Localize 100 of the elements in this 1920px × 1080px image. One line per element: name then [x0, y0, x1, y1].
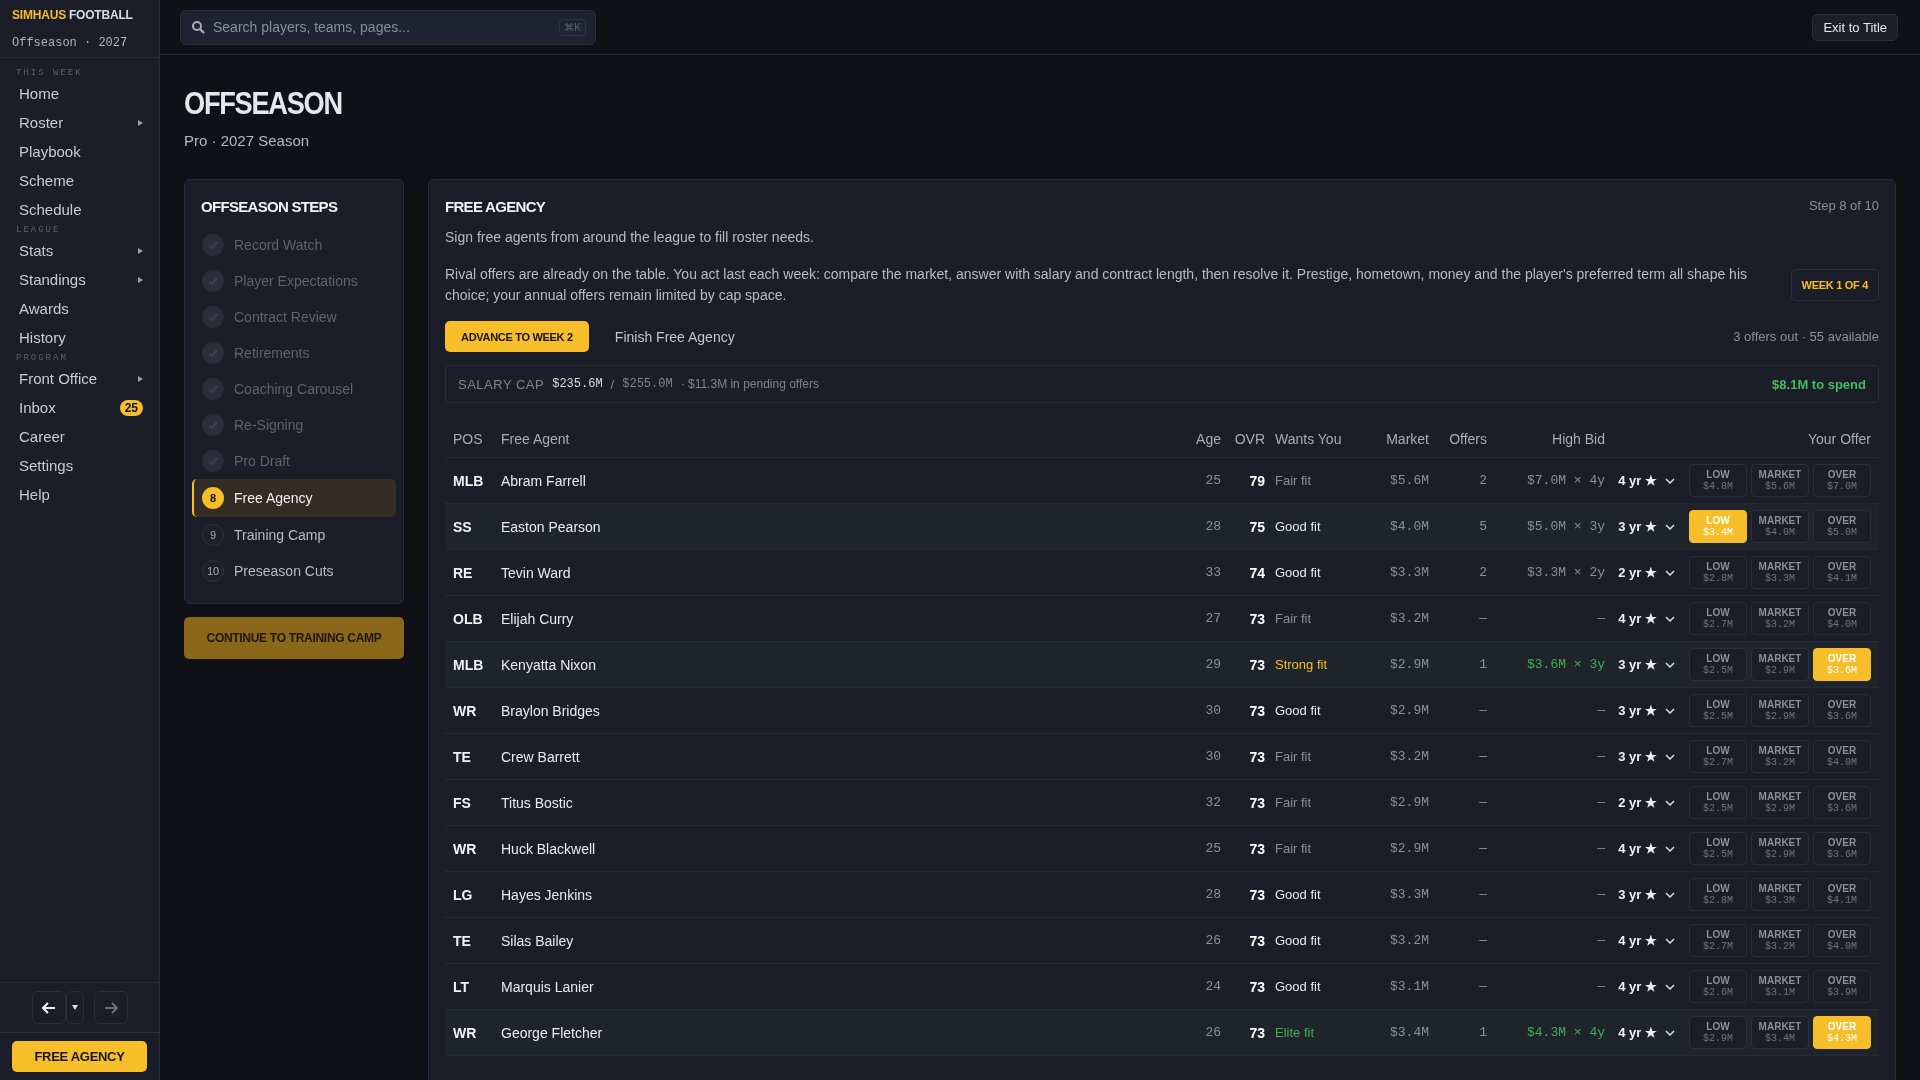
- offer-button[interactable]: MARKET $3.1M: [1751, 970, 1809, 1003]
- offer-button[interactable]: MARKET $3.3M: [1751, 878, 1809, 911]
- offer-button[interactable]: MARKET $2.9M: [1751, 648, 1809, 681]
- nav-item[interactable]: Scheme: [0, 166, 159, 195]
- exit-button[interactable]: Exit to Title: [1812, 13, 1898, 41]
- offer-button[interactable]: OVER $3.6M: [1813, 694, 1871, 727]
- step-item[interactable]: Re-Signing: [192, 407, 396, 443]
- step-item[interactable]: Record Watch: [192, 227, 396, 263]
- step-item[interactable]: Contract Review: [192, 299, 396, 335]
- offer-button[interactable]: OVER $4.0M: [1813, 924, 1871, 957]
- step-item[interactable]: Retirements: [192, 335, 396, 371]
- term-select[interactable]: 4 yr ★: [1605, 611, 1687, 626]
- table-cell-text: —: [1478, 841, 1487, 856]
- offer-button[interactable]: OVER $4.0M: [1813, 740, 1871, 773]
- table-cell-text: SS: [453, 518, 473, 535]
- table-cell-text: $3.2M: [1389, 611, 1429, 626]
- offer-button[interactable]: MARKET $3.2M: [1751, 602, 1809, 635]
- check-icon: [202, 342, 224, 364]
- nav-item[interactable]: Help: [0, 480, 159, 509]
- offer-button[interactable]: LOW $2.5M: [1689, 694, 1747, 727]
- check-icon: [202, 270, 224, 292]
- offer-button[interactable]: OVER $4.1M: [1813, 878, 1871, 911]
- nav-item[interactable]: Career: [0, 422, 159, 451]
- offer-button[interactable]: LOW $2.8M: [1689, 878, 1747, 911]
- term-select[interactable]: 3 yr ★: [1605, 749, 1687, 764]
- offer-button[interactable]: LOW $2.7M: [1689, 740, 1747, 773]
- nav-item[interactable]: Schedule: [0, 195, 159, 224]
- advance-button[interactable]: ADVANCE TO WEEK 2: [445, 321, 589, 352]
- table-cell-text: $5.0M × 3y: [1526, 519, 1605, 534]
- step-item[interactable]: Player Expectations: [192, 263, 396, 299]
- table-cell-text: —: [1478, 703, 1487, 718]
- current-phase-button[interactable]: FREE AGENCY: [12, 1041, 147, 1072]
- offer-button[interactable]: LOW $2.9M: [1689, 1016, 1747, 1049]
- term-select[interactable]: 3 yr ★: [1605, 887, 1687, 902]
- nav-item[interactable]: Awards: [0, 294, 159, 323]
- nav-item[interactable]: Home: [0, 79, 159, 108]
- step-item[interactable]: 10 Preseason Cuts: [192, 553, 396, 589]
- term-select[interactable]: 4 yr ★: [1605, 979, 1687, 994]
- table-cell-text: Good fit: [1274, 979, 1322, 994]
- table-cell-text: 28: [1204, 519, 1221, 534]
- term-select[interactable]: 3 yr ★: [1605, 657, 1687, 672]
- offer-button[interactable]: LOW $2.5M: [1689, 832, 1747, 865]
- offer-button[interactable]: OVER $3.9M: [1813, 970, 1871, 1003]
- offer-button[interactable]: LOW $2.7M: [1689, 924, 1747, 957]
- offer-button[interactable]: LOW $2.7M: [1689, 602, 1747, 635]
- offer-button[interactable]: OVER $5.0M: [1813, 510, 1871, 543]
- check-icon: [202, 450, 224, 472]
- offer-button[interactable]: OVER $7.0M: [1813, 464, 1871, 497]
- table-cell-text: —: [1596, 611, 1605, 626]
- step-item[interactable]: Coaching Carousel: [192, 371, 396, 407]
- offer-button[interactable]: OVER $4.1M: [1813, 556, 1871, 589]
- nav-item[interactable]: Inbox 25: [0, 393, 159, 422]
- step-item[interactable]: 8 Free Agency: [192, 479, 396, 517]
- offer-button[interactable]: OVER $3.6M: [1813, 832, 1871, 865]
- nav-item[interactable]: Roster: [0, 108, 159, 137]
- nav-item[interactable]: Playbook: [0, 137, 159, 166]
- offer-button[interactable]: MARKET $2.9M: [1751, 694, 1809, 727]
- offer-button[interactable]: MARKET $3.4M: [1751, 1016, 1809, 1049]
- offer-button[interactable]: LOW $2.5M: [1689, 648, 1747, 681]
- step-item[interactable]: 9 Training Camp: [192, 517, 396, 553]
- term-select[interactable]: 4 yr ★: [1605, 841, 1687, 856]
- offer-button[interactable]: LOW $4.8M: [1689, 464, 1747, 497]
- table-cell-text: Fair fit: [1274, 749, 1313, 764]
- table-cell-text: Tevin Ward: [501, 564, 572, 581]
- term-select[interactable]: 3 yr ★: [1605, 703, 1687, 718]
- nav-item[interactable]: Front Office: [0, 364, 159, 393]
- step-item[interactable]: Pro Draft: [192, 443, 396, 479]
- offer-button[interactable]: LOW $2.6M: [1689, 970, 1747, 1003]
- back-button[interactable]: [31, 991, 66, 1024]
- offer-button[interactable]: MARKET $5.6M: [1751, 464, 1809, 497]
- nav-item[interactable]: History: [0, 323, 159, 352]
- table-cell-text: WR: [453, 1024, 478, 1041]
- continue-button[interactable]: CONTINUE TO TRAINING CAMP: [184, 617, 404, 659]
- offer-button[interactable]: OVER $4.0M: [1813, 602, 1871, 635]
- table-cell-text: Silas Bailey: [501, 932, 575, 949]
- term-select[interactable]: 2 yr ★: [1605, 565, 1687, 580]
- table-cell-text: Fair fit: [1274, 841, 1313, 856]
- offer-button[interactable]: OVER $3.6M: [1813, 786, 1871, 819]
- offer-button[interactable]: MARKET $3.2M: [1751, 740, 1809, 773]
- term-select[interactable]: 4 yr ★: [1605, 1025, 1687, 1040]
- nav-item[interactable]: Stats: [0, 236, 159, 265]
- offer-button[interactable]: MARKET $2.9M: [1751, 786, 1809, 819]
- term-select[interactable]: 3 yr ★: [1605, 519, 1687, 534]
- offer-button[interactable]: MARKET $3.3M: [1751, 556, 1809, 589]
- term-select[interactable]: 4 yr ★: [1605, 473, 1687, 488]
- nav-item[interactable]: Settings: [0, 451, 159, 480]
- term-select[interactable]: 4 yr ★: [1605, 933, 1687, 948]
- finish-link[interactable]: Finish Free Agency: [614, 328, 735, 345]
- table-cell-text: 73: [1248, 1024, 1265, 1041]
- nav-item[interactable]: Standings: [0, 265, 159, 294]
- offer-button[interactable]: MARKET $3.2M: [1751, 924, 1809, 957]
- term-select[interactable]: 2 yr ★: [1605, 795, 1687, 810]
- table-cell-text: Good fit: [1274, 703, 1322, 718]
- offer-button[interactable]: MARKET $4.0M: [1751, 510, 1809, 543]
- table-cell-text: $3.2M: [1389, 749, 1429, 764]
- history-dropdown-button[interactable]: [65, 991, 84, 1024]
- offer-button[interactable]: LOW $2.8M: [1689, 556, 1747, 589]
- intro-text: Sign free agents from around the league to fill roster needs.: [445, 228, 815, 247]
- offer-button[interactable]: MARKET $2.9M: [1751, 832, 1809, 865]
- offer-button[interactable]: LOW $2.5M: [1689, 786, 1747, 819]
